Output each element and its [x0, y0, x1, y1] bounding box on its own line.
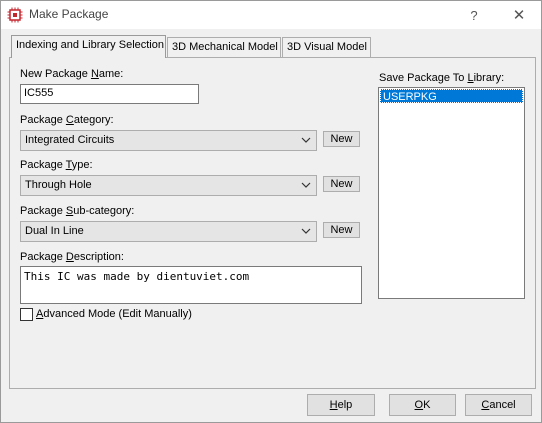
name-label: New Package Name: [20, 68, 124, 80]
tab-indexing[interactable]: Indexing and Library Selection [11, 35, 166, 58]
category-select[interactable]: Integrated Circuits [20, 130, 317, 151]
library-label: Save Package To Library: [379, 72, 505, 84]
title-bar: Make Package ? ✕ [1, 1, 541, 29]
type-label: Package Type: [20, 159, 93, 171]
tab-strip: Indexing and Library Selection 3D Mechan… [1, 29, 541, 59]
advanced-mode-label: Advanced Mode (Edit Manually) [36, 308, 192, 320]
name-field[interactable]: IC555 [20, 84, 199, 104]
chevron-down-icon [301, 137, 311, 143]
subcategory-value: Dual In Line [25, 225, 84, 237]
chevron-down-icon [301, 228, 311, 234]
window-title: Make Package [29, 7, 109, 21]
description-label: Package Description: [20, 251, 124, 263]
subcategory-label: Package Sub-category: [20, 205, 135, 217]
tab-3d-visual[interactable]: 3D Visual Model [282, 37, 371, 57]
tab-3d-mechanical[interactable]: 3D Mechanical Model [167, 37, 281, 57]
type-select[interactable]: Through Hole [20, 175, 317, 196]
library-list[interactable]: USERPKG [378, 87, 525, 299]
help-button[interactable]: Help [307, 394, 375, 416]
description-field[interactable]: This IC was made by dientuviet.com [20, 266, 362, 304]
help-title-button[interactable]: ? [462, 5, 486, 25]
type-value: Through Hole [25, 179, 92, 191]
subcategory-select[interactable]: Dual In Line [20, 221, 317, 242]
new-subcategory-button[interactable]: New [323, 222, 360, 238]
new-category-button[interactable]: New [323, 131, 360, 147]
tab-3d-visual-label: 3D Visual Model [287, 41, 367, 53]
tab-indexing-label: Indexing and Library Selection [16, 39, 164, 51]
chip-icon [7, 7, 23, 23]
chevron-down-icon [301, 182, 311, 188]
make-package-dialog: Make Package ? ✕ Indexing and Library Se… [0, 0, 542, 423]
list-item[interactable]: USERPKG [380, 89, 523, 103]
cancel-button[interactable]: Cancel [465, 394, 532, 416]
category-value: Integrated Circuits [25, 134, 115, 146]
close-button[interactable]: ✕ [507, 5, 531, 25]
new-type-button[interactable]: New [323, 176, 360, 192]
tab-3d-mechanical-label: 3D Mechanical Model [172, 41, 278, 53]
category-label: Package Category: [20, 114, 114, 126]
ok-button[interactable]: OK [389, 394, 456, 416]
advanced-mode-checkbox[interactable] [20, 308, 33, 321]
